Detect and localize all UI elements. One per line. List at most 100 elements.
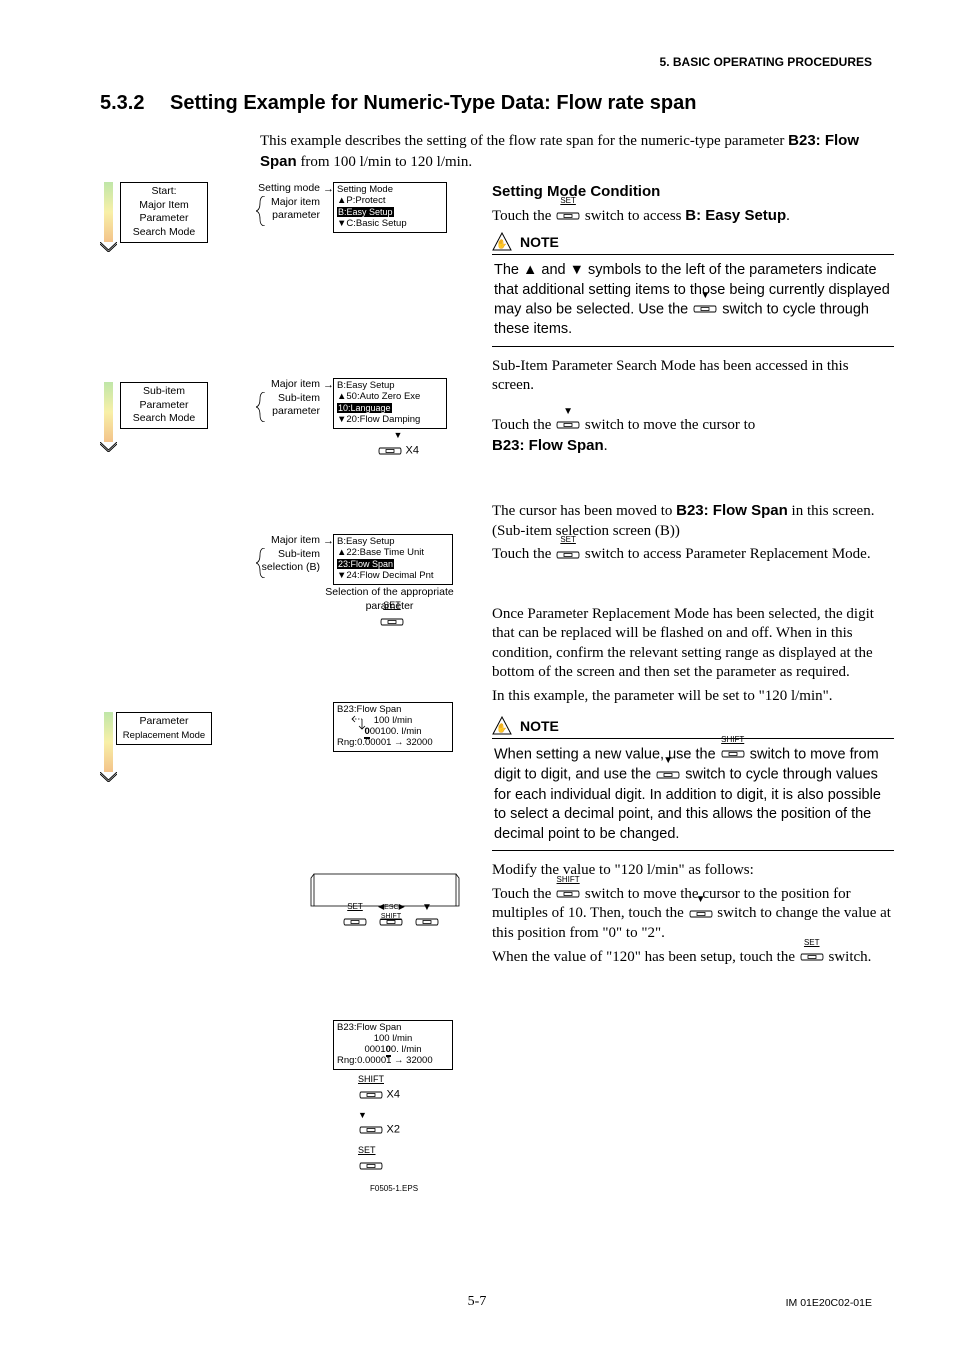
right-p4-a: The cursor has been moved to (492, 503, 676, 519)
note-icon-2: ✋ (492, 716, 512, 736)
right-p10: When the value of "120" has been setup, … (492, 948, 894, 968)
right-p1-bold: B: Easy Setup (685, 207, 786, 224)
inline-down-label-4: ▼ (688, 895, 714, 905)
down-switch-icon (377, 442, 403, 460)
lcd-2: B:Easy Setup ▲50:Auto Zero Exe 10:Langua… (333, 378, 447, 429)
intro-text-a: This example describes the setting of th… (260, 133, 788, 149)
note-icon-1: ✋ (492, 232, 512, 252)
lcd4-l1: 100 l/min (374, 715, 413, 726)
note1-head: ✋ NOTE (492, 232, 894, 252)
caption-block-3: Major item → Sub-item selection (B) (212, 534, 320, 575)
inline-shift-switch-1 (720, 745, 746, 763)
section-title: 5.3.2Setting Example for Numeric-Type Da… (100, 90, 894, 116)
right-heading: Setting Mode Condition (492, 182, 894, 202)
face-down-switch (414, 913, 440, 931)
right-column: Setting Mode Condition Touch the SET swi… (492, 182, 894, 971)
lcd3-inv: 23:Flow Span (337, 559, 394, 569)
brace-1 (256, 196, 266, 233)
stage1-l1: Major Item (139, 199, 189, 211)
inline-shift-switch-2 (555, 885, 581, 903)
eps-id: F0505-1.EPS (370, 1184, 418, 1194)
lcd4-l2b: 00100. l/min (370, 726, 422, 737)
note2-a: When setting a new value, use the (494, 747, 720, 763)
caption-major-item-3: Major item (271, 534, 320, 546)
flow-diagram: Start: Major Item Parameter Search Mode … (100, 182, 480, 971)
stage2-l1: Parameter (139, 399, 188, 411)
right-p1: Touch the SET switch to access B: Easy S… (492, 206, 894, 227)
inline-down-switch-2 (555, 416, 581, 434)
stage2-l0: Sub-item (143, 385, 185, 397)
stage3-l1: Replacement Mode (123, 730, 205, 741)
caption-block-1: Setting mode → Major item parameter (212, 182, 320, 223)
footer: 5-7 IM 01E20C02-01E (0, 1293, 954, 1311)
right-p4: The cursor has been moved to B23: Flow S… (492, 501, 894, 541)
set-label-stack: SET (358, 1145, 376, 1155)
lcd2-inv: 10:Language (337, 403, 392, 413)
page-number: 5-7 (468, 1294, 487, 1309)
btn-stack-shift-down-set: SHIFT X4 ▼ X2 SET (358, 1074, 438, 1175)
right-p9: Touch the SHIFT switch to move the curso… (492, 885, 894, 944)
right-p1-a: Touch the (492, 208, 555, 224)
stage1-l2: Parameter (139, 212, 188, 224)
svg-text:✋: ✋ (496, 238, 507, 249)
inline-shift-label-1: SHIFT (720, 736, 746, 744)
face-shift-switch (378, 913, 404, 931)
right-p9-a: Touch the (492, 886, 555, 902)
down-switch-icon-stack (358, 1121, 384, 1139)
brace-3 (256, 548, 266, 585)
stage3-label: Parameter Replacement Mode (116, 712, 212, 745)
flow-wedge-1 (100, 242, 117, 252)
inline-set-switch-2 (555, 546, 581, 564)
lcd-1: Setting Mode ▲P:Protect B:Easy Setup ▼C:… (333, 182, 447, 233)
caption-block-2: Major item → Sub-item parameter (212, 378, 320, 419)
btn-down-x4: ▼ X4 (368, 430, 428, 460)
stage3-l0: Parameter (139, 715, 188, 727)
face-set-switch (342, 913, 368, 931)
lcd2-l1: ▲50:Auto Zero Exe (337, 392, 443, 403)
x2-label: X2 (387, 1124, 400, 1136)
section-number: 5.3.2 (100, 90, 170, 116)
right-p3-a: Touch the (492, 417, 555, 433)
right-p5-b: switch to access Parameter Replacement M… (581, 546, 870, 562)
right-p5-a: Touch the (492, 546, 555, 562)
set-switch-icon-stack (358, 1157, 384, 1175)
flow-bar-2 (104, 382, 113, 442)
stage2-l2: Search Mode (133, 412, 195, 424)
note2-box: When setting a new value, use the SHIFT … (492, 738, 894, 851)
inline-set-label-1: SET (555, 197, 581, 205)
set-label-1: SET (372, 600, 412, 612)
right-p2: Sub-Item Parameter Search Mode has been … (492, 357, 894, 396)
shift-label-stack: SHIFT (358, 1074, 384, 1084)
lcd3-l1: ▲22:Base Time Unit (337, 548, 449, 559)
right-p5: Touch the SET switch to access Parameter… (492, 545, 894, 565)
shift-switch-icon-stack (358, 1086, 384, 1104)
doc-id: IM 01E20C02-01E (786, 1297, 872, 1311)
intro-text-b: from 100 l/min to 120 l/min. (297, 154, 472, 170)
lcd1-l1: ▲P:Protect (337, 196, 443, 207)
flow-wedge-3 (100, 772, 117, 782)
x4-label-1: X4 (406, 444, 419, 456)
lcd1-l3: ▼C:Basic Setup (337, 219, 443, 230)
lcd5-l1: 100 l/min (374, 1033, 413, 1044)
note-label-2: NOTE (520, 717, 559, 735)
lcd1-inv: B:Easy Setup (337, 207, 394, 217)
inline-shift-label-2: SHIFT (555, 876, 581, 884)
caption-sub-item-2: Sub-item (278, 392, 320, 404)
x4-label-2: X4 (387, 1088, 400, 1100)
inline-set-switch-1 (555, 207, 581, 225)
svg-text:✋: ✋ (496, 722, 507, 733)
note1-box: The ▲ and ▼ symbols to the left of the p… (492, 254, 894, 347)
stage1-l0: Start: (151, 185, 176, 197)
set-switch-icon-1 (379, 613, 405, 631)
inline-set-label-3: SET (799, 939, 825, 947)
inline-down-switch-4 (688, 905, 714, 923)
right-p10-a: When the value of "120" has been setup, … (492, 949, 799, 965)
right-p3: Touch the ▼ switch to move the cursor to… (492, 416, 894, 456)
inline-down-label-2: ▼ (555, 407, 581, 417)
instrument-face: SET ◀ESC▶SHIFT ▼ (310, 872, 460, 949)
right-p1-b: switch to access (581, 208, 685, 224)
note-label-1: NOTE (520, 233, 559, 251)
face-down-label: ▼ (414, 903, 440, 913)
inline-set-label-2: SET (555, 536, 581, 544)
stage1-l3: Search Mode (133, 226, 195, 238)
